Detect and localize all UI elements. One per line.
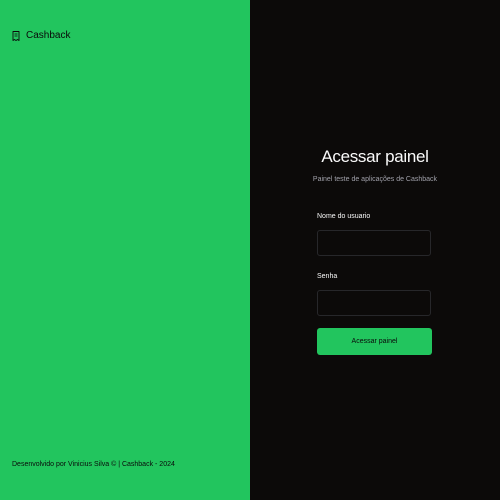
username-label: Nome do usuario xyxy=(317,213,371,220)
receipt-icon xyxy=(12,30,20,41)
username-input[interactable] xyxy=(317,230,431,256)
page-subtitle: Painel teste de aplicações de Cashback xyxy=(312,176,438,183)
footer-credits: Desenvolvido por Vinicius Silva © | Cash… xyxy=(12,461,175,468)
password-input[interactable] xyxy=(317,290,431,316)
brand-name: Cashback xyxy=(26,30,71,41)
password-label: Senha xyxy=(317,273,338,280)
brand-logo: Cashback xyxy=(12,30,70,41)
login-panel: Acessar painel Painel teste de aplicaçõe… xyxy=(250,0,500,500)
brand-panel: Cashback Desenvolvido por Vinicius Silva… xyxy=(0,0,250,500)
login-page: Cashback Desenvolvido por Vinicius Silva… xyxy=(0,0,500,500)
page-title: Acessar painel xyxy=(321,147,429,166)
submit-button[interactable]: Acessar painel xyxy=(317,328,432,355)
